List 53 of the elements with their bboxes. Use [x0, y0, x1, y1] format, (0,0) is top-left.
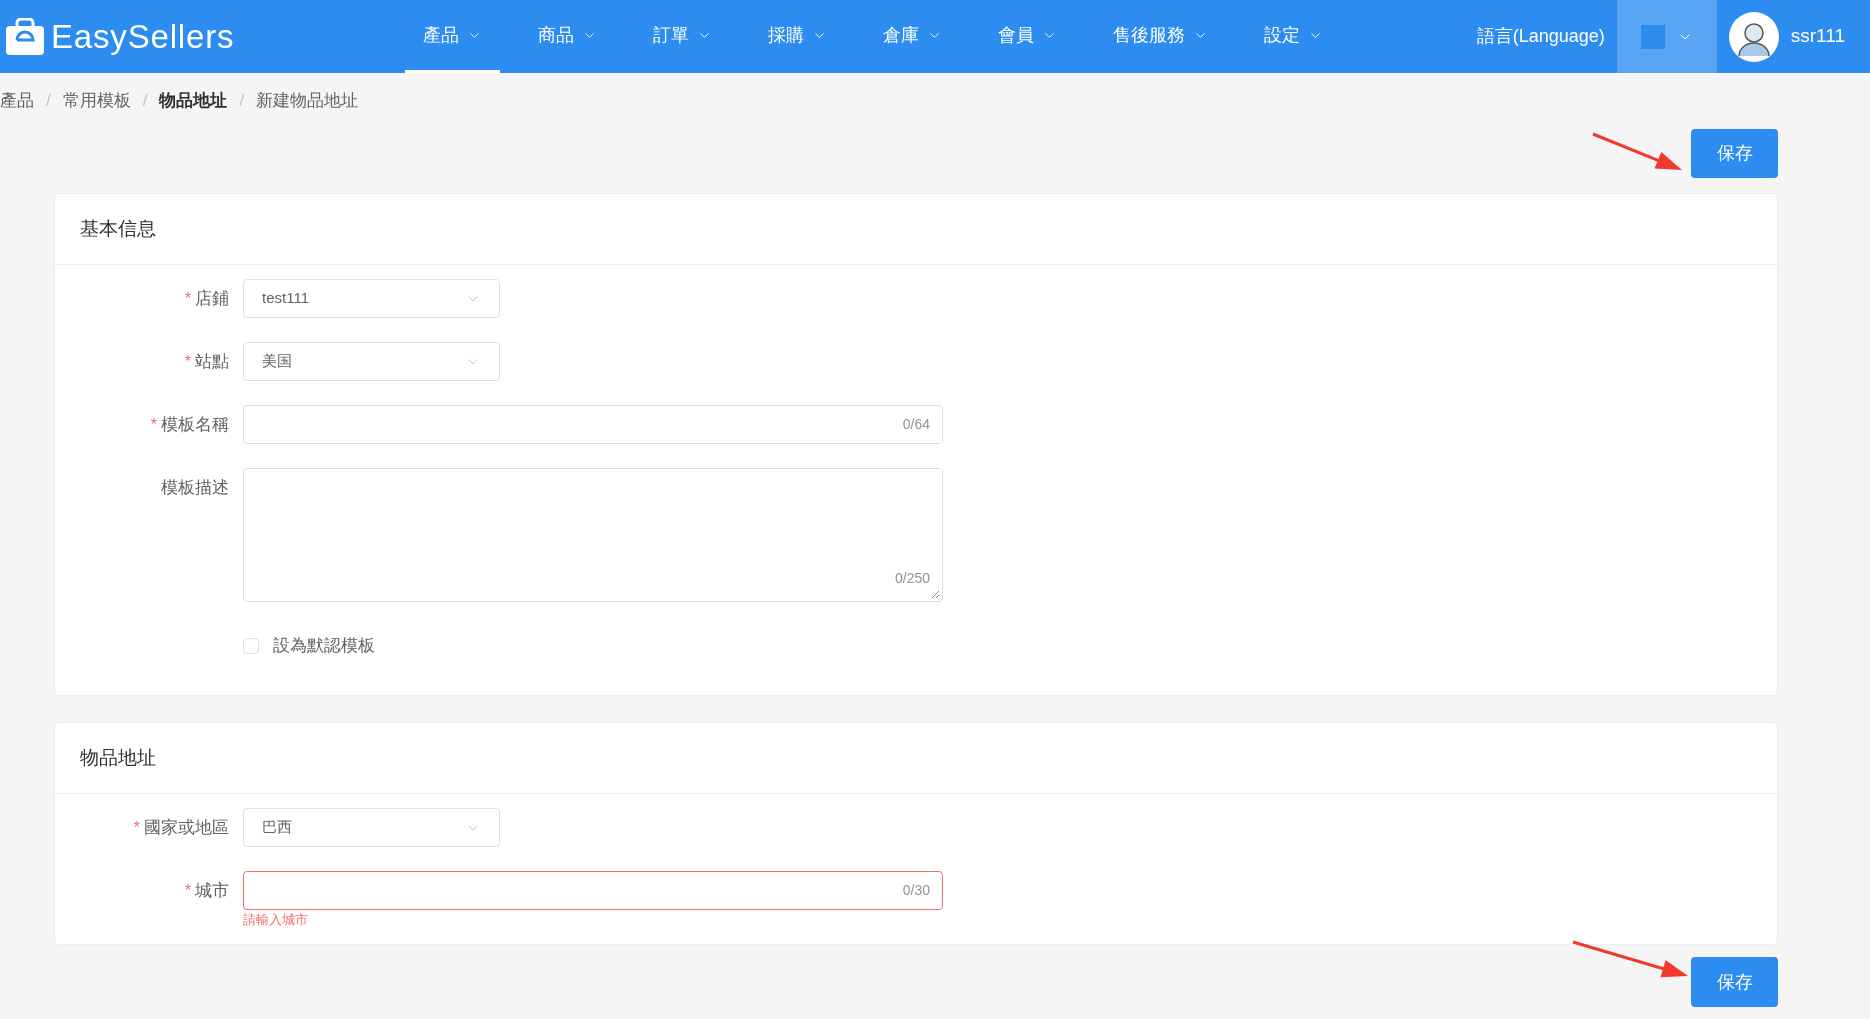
save-button[interactable]: 保存 [1691, 129, 1778, 178]
breadcrumb-separator: / [142, 90, 148, 113]
field-label: 站點 [195, 350, 229, 373]
required-mark: * [133, 817, 140, 838]
field-label: 國家或地區 [144, 816, 229, 839]
select-value: test111 [262, 288, 309, 309]
char-counter: 0/30 [902, 881, 930, 900]
breadcrumb-item[interactable]: 常用模板 [62, 88, 131, 114]
language-link[interactable]: 語言(Language) [1476, 23, 1605, 50]
text-input[interactable]: 0/64 [243, 405, 943, 444]
breadcrumb-item[interactable]: 產品 [0, 88, 34, 114]
required-mark: * [184, 351, 191, 372]
card-title: 基本信息 [80, 216, 156, 241]
nav-tab[interactable]: 產品 [405, 0, 500, 73]
field-label: 城市 [195, 879, 229, 902]
card-title: 物品地址 [80, 745, 156, 770]
textarea-field[interactable]: 0/250 [243, 468, 943, 602]
char-counter: 0/250 [894, 569, 930, 588]
save-button[interactable]: 保存 [1691, 957, 1778, 1007]
select-field[interactable]: test111 [243, 279, 500, 318]
nav-tab[interactable]: 倉庫 [865, 0, 960, 73]
select-field[interactable]: 巴西 [243, 808, 500, 847]
field-label: 模板描述 [161, 476, 229, 499]
checkbox-label: 設為默認模板 [273, 634, 375, 657]
checkbox[interactable] [243, 637, 259, 654]
breadcrumb-item: 新建物品地址 [256, 90, 359, 113]
breadcrumb-separator: / [239, 90, 245, 113]
nav-tab[interactable]: 採購 [750, 0, 845, 73]
field-label: 店鋪 [195, 287, 229, 310]
resize-handle-icon [931, 590, 940, 599]
nav-tab[interactable]: 商品 [520, 0, 615, 73]
required-mark: * [150, 414, 157, 435]
required-mark: * [184, 880, 191, 901]
select-value: 巴西 [262, 817, 292, 838]
nav-tab[interactable]: 訂單 [635, 0, 730, 73]
avatar-icon [1728, 11, 1779, 62]
select-field[interactable]: 美国 [243, 342, 500, 381]
breadcrumb-separator: / [46, 90, 51, 113]
nav-tab[interactable]: 售後服務 [1095, 0, 1226, 73]
error-message: 請輸入城市 [243, 911, 309, 929]
nav-tab[interactable]: 設定 [1246, 0, 1341, 73]
logo-text: EasySellers [51, 16, 235, 57]
select-value: 美国 [262, 351, 292, 372]
nav-tab[interactable]: 會員 [980, 0, 1075, 73]
theme-color-swatch [1640, 24, 1665, 49]
color-theme-dropdown[interactable] [1616, 0, 1717, 73]
breadcrumb-item[interactable]: 物品地址 [159, 88, 228, 114]
required-mark: * [184, 288, 191, 309]
field-label: 模板名稱 [161, 413, 229, 436]
char-counter: 0/64 [902, 415, 930, 434]
username[interactable]: ssr111 [1790, 22, 1845, 51]
bag-logo-icon [5, 17, 45, 56]
text-input[interactable]: 0/30 [243, 871, 943, 910]
